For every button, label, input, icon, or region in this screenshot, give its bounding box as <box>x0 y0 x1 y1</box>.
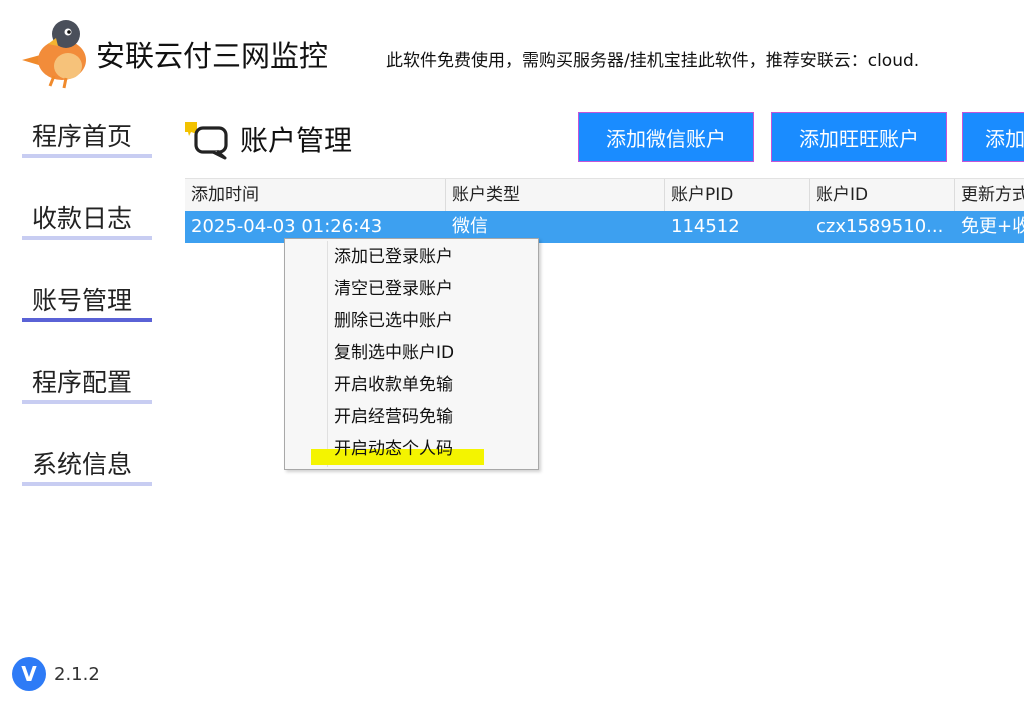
header-notice: 此软件免费使用，需购买服务器/挂机宝挂此软件，推荐安联云：cloud. <box>386 51 920 71</box>
column-header-add-time[interactable]: 添加时间 <box>185 179 446 211</box>
cell-account-id: czx1589510... <box>816 216 944 237</box>
menu-item-enable-receipt-free-input[interactable]: 开启收款单免输 <box>334 370 453 400</box>
version-badge-icon: V <box>12 657 46 691</box>
version-number: 2.1.2 <box>54 663 100 685</box>
add-wangwang-account-button[interactable]: 添加旺旺账户 <box>771 112 947 162</box>
column-header-update-method[interactable]: 更新方式 <box>955 179 1024 211</box>
cell-account-pid: 114512 <box>671 216 740 237</box>
menu-item-add-logged-in-account[interactable]: 添加已登录账户 <box>334 242 453 272</box>
sidebar-item-home[interactable]: 程序首页 <box>22 118 152 158</box>
accounts-table: 添加时间 账户类型 账户PID 账户ID 更新方式 2025-04-03 01:… <box>185 178 1024 244</box>
version-info: V 2.1.2 <box>12 657 100 691</box>
table-header: 添加时间 账户类型 账户PID 账户ID 更新方式 <box>185 178 1024 212</box>
page-title: 账户管理 <box>240 124 353 157</box>
sidebar-item-program-config[interactable]: 程序配置 <box>22 364 152 404</box>
menu-item-clear-logged-in-accounts[interactable]: 清空已登录账户 <box>334 274 453 304</box>
column-header-account-pid[interactable]: 账户PID <box>665 179 810 211</box>
menu-item-enable-business-code-free-input[interactable]: 开启经营码免输 <box>334 402 453 432</box>
add-wechat-account-button[interactable]: 添加微信账户 <box>578 112 754 162</box>
menu-gutter-divider <box>327 241 328 467</box>
sidebar-item-account-management[interactable]: 账号管理 <box>22 282 152 322</box>
bird-logo-icon <box>22 20 86 89</box>
menu-item-delete-selected-account[interactable]: 删除已选中账户 <box>334 306 453 336</box>
sidebar-item-system-info[interactable]: 系统信息 <box>22 446 152 486</box>
column-header-account-type[interactable]: 账户类型 <box>446 179 665 211</box>
menu-item-enable-dynamic-personal-code[interactable]: 开启动态个人码 <box>334 434 453 464</box>
sidebar-item-payment-log[interactable]: 收款日志 <box>22 200 152 240</box>
column-header-account-id[interactable]: 账户ID <box>810 179 955 211</box>
chat-bubble-icon <box>185 122 228 160</box>
context-menu: 添加已登录账户 清空已登录账户 删除已选中账户 复制选中账户ID 开启收款单免输… <box>284 238 539 470</box>
app-title: 安联云付三网监控 <box>96 39 329 73</box>
cell-update-method: 免更+收 <box>961 216 1024 237</box>
menu-item-copy-account-id[interactable]: 复制选中账户ID <box>334 338 454 368</box>
add-account-button[interactable]: 添加 <box>962 112 1024 162</box>
